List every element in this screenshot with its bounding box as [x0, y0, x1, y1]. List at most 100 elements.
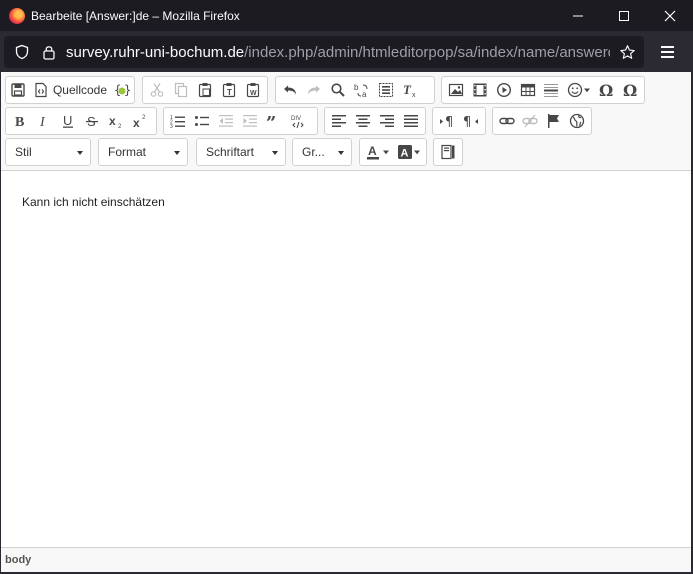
text-color-button[interactable]: A [362, 140, 393, 164]
minimize-button[interactable] [555, 0, 601, 31]
align-right-button[interactable] [375, 109, 399, 133]
replace-button[interactable]: ba [350, 78, 374, 102]
svg-text:Ω: Ω [599, 82, 613, 98]
window-titlebar: Bearbeite [Answer:]de – Mozilla Firefox [0, 0, 693, 31]
url-text[interactable]: survey.ruhr-uni-bochum.de/index.php/admi… [66, 44, 610, 61]
smiley-button[interactable] [563, 78, 594, 102]
text-direction-ltr-button[interactable]: ¶ [435, 109, 459, 133]
tools-group [433, 138, 463, 166]
media-embed-button[interactable] [492, 78, 516, 102]
svg-text:U: U [63, 113, 72, 128]
paste-from-word-button[interactable]: W [241, 78, 265, 102]
justify-button[interactable] [399, 109, 423, 133]
underline-icon: U [63, 113, 73, 128]
lock-icon[interactable] [42, 44, 56, 60]
tracking-protection-shield-icon[interactable] [14, 44, 30, 60]
align-center-button[interactable] [351, 109, 375, 133]
paste-icon [198, 83, 212, 98]
paste-button[interactable] [193, 78, 217, 102]
svg-text:”: ” [266, 113, 276, 129]
create-div-button[interactable]: DIV [286, 109, 310, 133]
copy-icon [174, 82, 188, 98]
element-path[interactable]: body [5, 554, 31, 566]
undo-icon [284, 85, 296, 95]
italic-button[interactable]: I [32, 109, 56, 133]
remove-format-icon: Tx [403, 82, 416, 98]
format-combo[interactable]: Format [98, 138, 188, 166]
image-button[interactable] [444, 78, 468, 102]
remove-format-button[interactable]: Tx [398, 78, 422, 102]
svg-text:Ω: Ω [623, 82, 637, 98]
window-title: Bearbeite [Answer:]de – Mozilla Firefox [31, 8, 240, 23]
font-size-combo[interactable]: Gr... [292, 138, 352, 166]
star-icon [619, 44, 635, 59]
rtl-direction-icon: ¶ [463, 115, 478, 129]
omega-icon: Ω [623, 82, 637, 98]
svg-text:x: x [133, 116, 140, 129]
outdent-icon [219, 115, 233, 127]
copy-button[interactable] [169, 78, 193, 102]
bookmark-star-button[interactable] [610, 36, 644, 68]
scissors-icon [150, 83, 164, 97]
align-left-button[interactable] [327, 109, 351, 133]
select-all-button[interactable] [374, 78, 398, 102]
underline-button[interactable]: U [56, 109, 80, 133]
cut-button[interactable] [145, 78, 169, 102]
indent-button[interactable] [238, 109, 262, 133]
link-button[interactable] [495, 109, 519, 133]
special-char-button[interactable]: Ω [594, 78, 618, 102]
firefox-logo-icon [9, 7, 25, 24]
insert-group: Ω Ω [441, 76, 645, 104]
maximize-button[interactable] [601, 0, 647, 31]
blockquote-button[interactable]: ” [262, 109, 286, 133]
font-combo[interactable]: Schriftart [196, 138, 286, 166]
indent-icon [243, 115, 257, 127]
close-button[interactable] [647, 0, 693, 31]
colors-group: A A [359, 138, 427, 166]
superscript-button[interactable]: x2 [128, 109, 152, 133]
outdent-button[interactable] [214, 109, 238, 133]
subscript-icon: x2 [109, 114, 122, 129]
undo-button[interactable] [278, 78, 302, 102]
menu-line [660, 46, 674, 48]
numbered-list-button[interactable]: 123 [166, 109, 190, 133]
links-group [492, 107, 592, 135]
anchor-button[interactable] [542, 109, 566, 133]
styles-combo[interactable]: Stil [5, 138, 91, 166]
bold-button[interactable]: B [8, 109, 32, 133]
quote-icon: ” [266, 113, 276, 129]
paste-text-button[interactable]: T [217, 78, 241, 102]
language-button[interactable] [566, 109, 590, 133]
special-char-2-button[interactable]: Ω [618, 78, 642, 102]
svg-text:A: A [401, 148, 409, 160]
link-icon [499, 117, 515, 125]
svg-text:x: x [412, 92, 416, 98]
chevron-down-icon [338, 151, 344, 155]
strikethrough-button[interactable]: S [80, 109, 104, 133]
url-field[interactable]: survey.ruhr-uni-bochum.de/index.php/admi… [4, 36, 644, 68]
url-path: /index.php/admin/htmleditorpop/sa/index/… [244, 43, 610, 61]
show-blocks-button[interactable] [436, 140, 460, 164]
redo-button[interactable] [302, 78, 326, 102]
editor-content[interactable]: Kann ich nicht einschätzen [22, 195, 165, 209]
table-button[interactable] [516, 78, 540, 102]
unlink-button[interactable] [519, 109, 543, 133]
video-button[interactable] [468, 78, 492, 102]
bulleted-list-button[interactable] [190, 109, 214, 133]
source-button[interactable]: Quellcode [29, 78, 111, 102]
svg-text:¶: ¶ [463, 115, 471, 129]
subscript-button[interactable]: x2 [104, 109, 128, 133]
hamburger-menu-button[interactable] [652, 41, 682, 63]
horizontal-rule-button[interactable] [539, 78, 563, 102]
code-snippet-button[interactable]: {} [111, 78, 132, 102]
svg-text:A: A [368, 144, 377, 158]
find-button[interactable] [326, 78, 350, 102]
search-icon [331, 83, 345, 97]
save-button[interactable] [8, 78, 29, 102]
font-combo-value: Schriftart [206, 145, 255, 159]
svg-text:b: b [354, 83, 359, 92]
align-justify-icon [404, 115, 418, 127]
background-color-button[interactable]: A [393, 140, 424, 164]
text-direction-rtl-button[interactable]: ¶ [459, 109, 483, 133]
close-icon [664, 10, 676, 21]
